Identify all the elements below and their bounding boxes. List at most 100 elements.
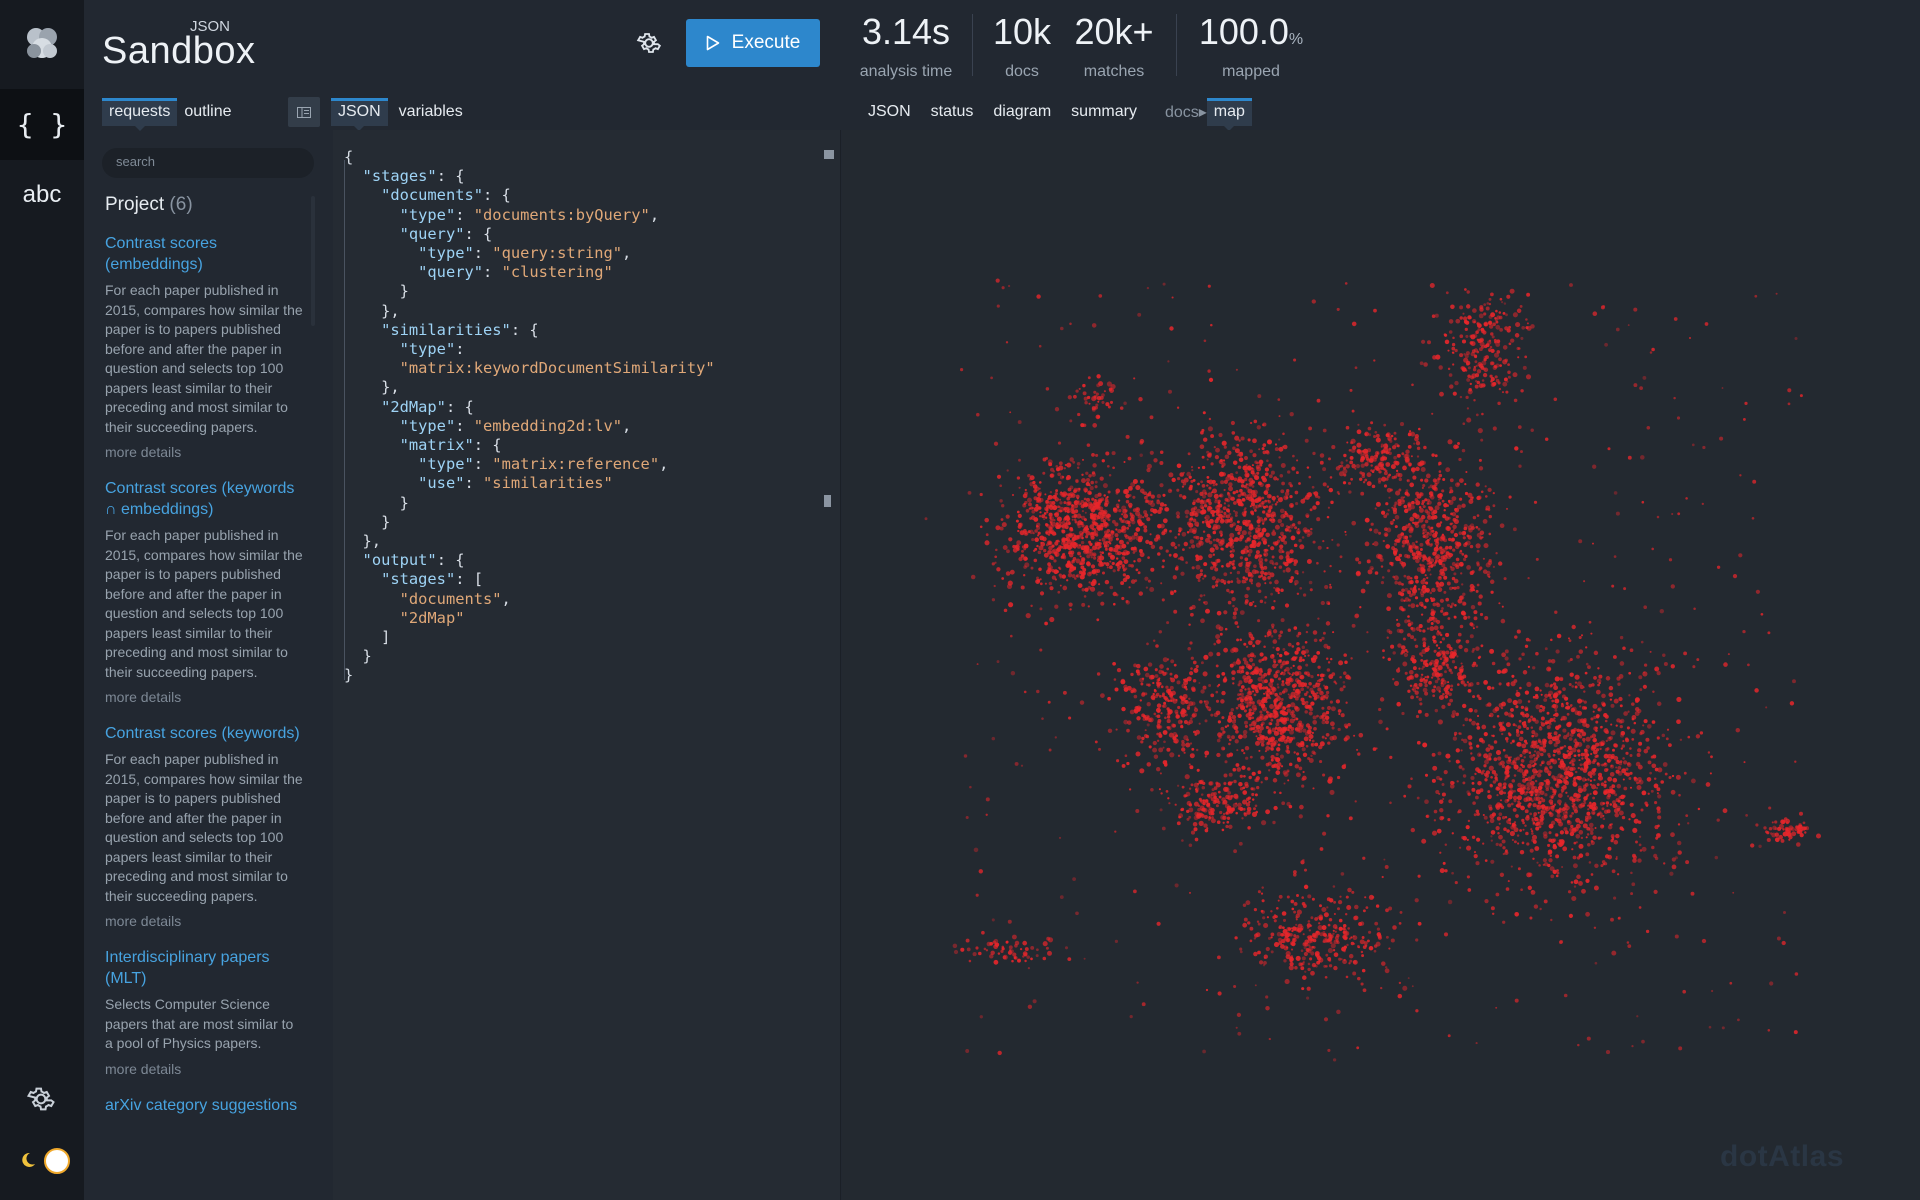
map-point — [1699, 731, 1704, 735]
map-point — [1190, 667, 1193, 670]
map-scatter[interactable] — [842, 130, 1920, 1200]
tab-result-json[interactable]: JSON — [861, 98, 918, 126]
map-point — [1633, 721, 1637, 725]
tab-status[interactable]: status — [924, 98, 981, 126]
map-point — [1270, 742, 1276, 748]
map-point — [1565, 791, 1568, 794]
map-point — [1212, 523, 1218, 529]
tab-summary[interactable]: summary — [1064, 98, 1144, 126]
more-details-link[interactable]: more details — [105, 688, 303, 707]
map-point — [1394, 525, 1398, 529]
map-point — [1250, 582, 1253, 585]
map-point — [1298, 482, 1301, 485]
map-point — [1271, 555, 1275, 559]
query-settings-icon[interactable] — [636, 30, 662, 56]
tab-outline[interactable]: outline — [177, 98, 238, 126]
map-point — [1248, 640, 1253, 646]
map-point — [1296, 757, 1301, 761]
map-point — [1441, 816, 1445, 820]
map-point — [1506, 829, 1510, 833]
list-item[interactable]: Interdisciplinary papers (MLT) Selects C… — [105, 947, 303, 1079]
more-details-link[interactable]: more details — [105, 443, 303, 462]
request-title[interactable]: arXiv category suggestions — [105, 1095, 303, 1116]
map-point — [1490, 292, 1494, 297]
map-point — [1422, 505, 1426, 509]
map-point — [1146, 762, 1152, 767]
map-point — [1578, 649, 1584, 654]
map-point — [1234, 511, 1238, 515]
request-description: For each paper published in 2015, compar… — [105, 527, 303, 680]
map-point — [1162, 746, 1165, 749]
search-input[interactable]: search — [102, 148, 314, 178]
map-point — [1080, 545, 1086, 551]
app-logo-icon[interactable] — [22, 24, 62, 64]
dark-mode-moon-icon[interactable] — [20, 1152, 36, 1168]
nav-json-sandbox[interactable]: { } — [0, 89, 84, 160]
list-item[interactable]: Contrast scores (keywords ∩ embeddings) … — [105, 478, 303, 707]
map-point — [1657, 794, 1662, 799]
settings-gear-icon[interactable] — [26, 1084, 56, 1114]
light-mode-toggle[interactable] — [44, 1148, 70, 1174]
map-point — [1445, 597, 1450, 602]
tab-variables[interactable]: variables — [392, 98, 470, 126]
map-point — [1200, 618, 1205, 624]
list-item[interactable]: arXiv category suggestions — [105, 1095, 303, 1116]
map-point — [1112, 549, 1116, 553]
map-point — [1489, 818, 1495, 824]
map-point — [1186, 676, 1192, 682]
editor-overview-marker — [824, 150, 834, 159]
map-point — [1311, 739, 1315, 743]
request-title[interactable]: Contrast scores (keywords) — [105, 723, 303, 744]
map-point — [1468, 718, 1472, 722]
map-point — [1629, 802, 1634, 807]
map-point — [1257, 541, 1262, 545]
map-point — [1289, 549, 1294, 554]
request-title[interactable]: Contrast scores (keywords ∩ embeddings) — [105, 478, 303, 520]
list-scrollbar[interactable] — [311, 196, 315, 326]
map-point — [1556, 871, 1560, 875]
tab-json[interactable]: JSON — [331, 98, 388, 131]
map-point — [1117, 499, 1121, 502]
pane-splitter[interactable] — [840, 130, 841, 1200]
map-point — [1039, 535, 1045, 541]
map-point — [1320, 691, 1323, 694]
map-point — [1079, 502, 1083, 505]
map-point — [1476, 561, 1480, 565]
editor-scroll-marker[interactable] — [824, 495, 831, 507]
document-map[interactable] — [842, 130, 1920, 1200]
map-point — [1083, 497, 1087, 501]
request-title[interactable]: Contrast scores (embeddings) — [105, 233, 303, 275]
tab-docs[interactable]: docs▸ — [1158, 97, 1207, 127]
map-point — [1389, 488, 1393, 492]
map-point — [1074, 500, 1077, 504]
map-point — [1505, 737, 1509, 741]
list-item[interactable]: Contrast scores (embeddings) For each pa… — [105, 233, 303, 462]
map-point — [1255, 689, 1259, 694]
map-point — [1628, 694, 1631, 697]
map-point — [1643, 663, 1648, 667]
map-point — [1526, 786, 1531, 791]
map-point — [1533, 740, 1538, 746]
map-point — [1201, 520, 1205, 524]
json-code[interactable]: { "stages": { "documents": { "type": "do… — [344, 148, 715, 686]
tab-requests[interactable]: requests — [102, 98, 178, 131]
map-point — [1537, 818, 1542, 823]
request-title[interactable]: Interdisciplinary papers (MLT) — [105, 947, 303, 989]
map-point — [1592, 737, 1598, 743]
nav-text-sandbox[interactable]: abc — [0, 170, 84, 220]
panel-toggle-button[interactable] — [288, 97, 320, 127]
tab-diagram[interactable]: diagram — [986, 98, 1058, 126]
map-point — [1470, 756, 1476, 762]
tab-map[interactable]: map — [1206, 98, 1252, 131]
map-point — [1152, 692, 1155, 696]
map-point — [1322, 717, 1326, 722]
execute-button[interactable]: Execute — [686, 19, 820, 67]
code-token: "type" — [399, 340, 456, 359]
more-details-link[interactable]: more details — [105, 912, 303, 931]
more-details-link[interactable]: more details — [105, 1060, 303, 1079]
map-point — [1380, 565, 1384, 568]
map-point — [1191, 544, 1196, 549]
map-point — [1536, 754, 1540, 758]
list-item[interactable]: Contrast scores (keywords) For each pape… — [105, 723, 303, 931]
